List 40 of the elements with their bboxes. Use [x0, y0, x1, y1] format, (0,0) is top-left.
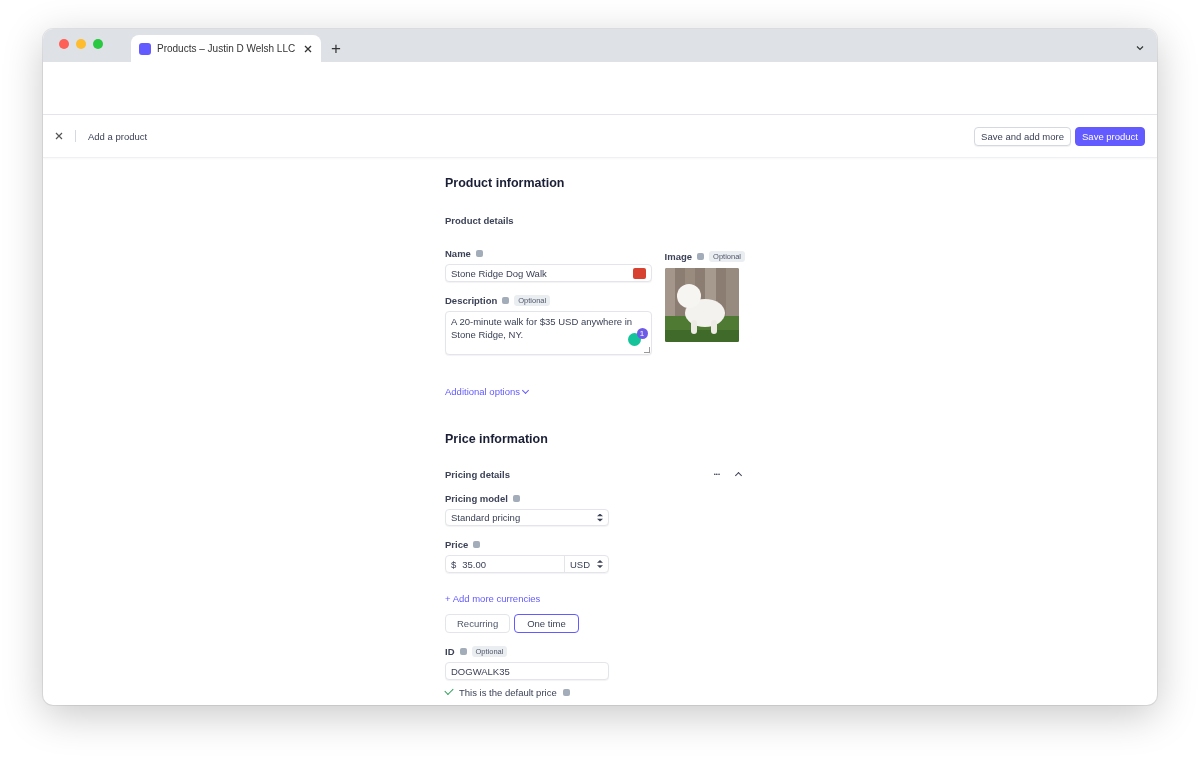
billing-option[interactable]: One time [514, 614, 579, 633]
info-icon [459, 647, 467, 655]
save-button[interactable]: Save product [1075, 126, 1145, 146]
additional-options-link[interactable]: Additional options [445, 386, 528, 397]
billing-option[interactable]: Recurring [445, 614, 511, 633]
add-currencies-link[interactable]: + Add more currencies [445, 593, 745, 604]
info-icon [697, 252, 705, 260]
new-tab-button[interactable]: + [331, 40, 341, 57]
field-label: Name [445, 247, 471, 259]
section-subtitle: Product details [445, 215, 515, 226]
favicon-icon [139, 42, 151, 55]
chevron-down-icon[interactable] [1135, 43, 1145, 53]
info-icon [502, 296, 510, 304]
field-label: Description [445, 294, 498, 306]
field-label: ID [445, 645, 455, 657]
pricing-model-select[interactable]: Standard pricing [445, 509, 609, 526]
select-arrows-icon [597, 513, 603, 522]
description-field[interactable]: A 20-minute walk for $35 USD anywhere in Stone Ridge, NY. 1 [445, 311, 652, 355]
info-icon [473, 540, 481, 548]
info-icon [562, 688, 570, 696]
resize-handle-icon[interactable] [643, 347, 650, 353]
close-window-button[interactable] [59, 39, 69, 49]
id-field[interactable]: DOGWALK35 [445, 662, 609, 680]
close-icon[interactable] [303, 43, 313, 54]
field-label: Image [664, 250, 693, 262]
save-and-add-button[interactable]: Save and add more [974, 126, 1071, 146]
notification-count: 1 [636, 328, 648, 339]
info-icon [512, 494, 520, 502]
field-label: Pricing model [445, 492, 508, 504]
info-icon [475, 249, 483, 257]
name-field[interactable]: Stone Ridge Dog Walk [445, 264, 652, 282]
section-title: Product information [445, 176, 566, 192]
close-icon[interactable] [54, 131, 64, 141]
tab-title: Products – Justin D Welsh LLC [157, 43, 297, 54]
field-label: Price [445, 538, 469, 550]
browser-tab[interactable]: Products – Justin D Welsh LLC [131, 35, 321, 62]
page-title: Add a product [88, 130, 148, 142]
section-subtitle: Pricing details [445, 468, 510, 480]
section-title: Price information [445, 432, 549, 448]
checkbox-label: This is the default price [459, 686, 557, 698]
